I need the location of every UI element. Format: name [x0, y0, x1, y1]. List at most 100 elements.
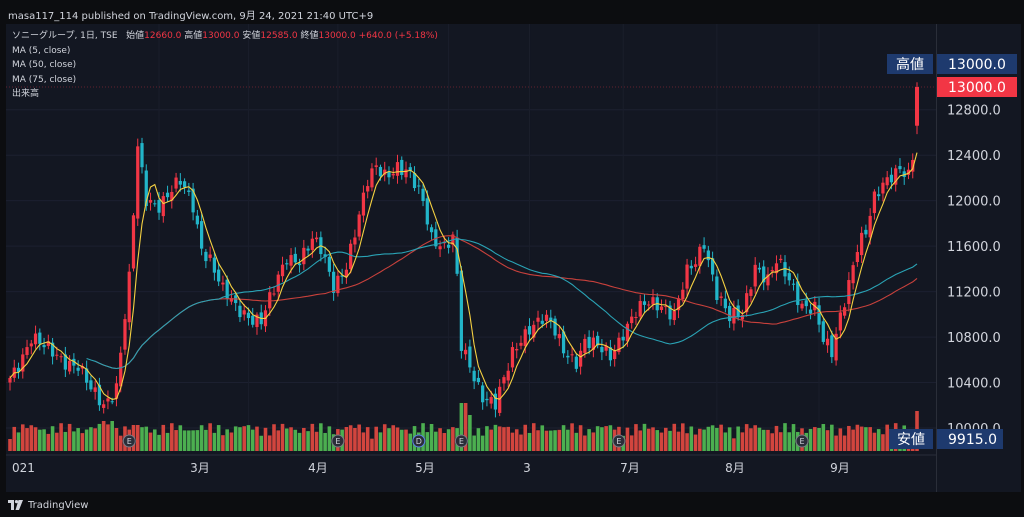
- volume-bar: [770, 433, 775, 451]
- price-tick-label: 11600.0: [947, 240, 1001, 255]
- candle-body: [297, 263, 302, 266]
- volume-bar: [319, 423, 323, 451]
- volume-bar: [208, 423, 212, 451]
- candle-body: [659, 306, 664, 311]
- candle-body: [578, 350, 583, 367]
- legend-ma75[interactable]: MA (75, close): [12, 73, 438, 88]
- close-value: 13000.0: [318, 31, 356, 41]
- candle-body: [523, 329, 527, 347]
- volume-bar: [314, 431, 319, 451]
- volume-bar: [238, 427, 242, 451]
- price-tick-label: 12000.0: [947, 195, 1001, 210]
- volume-bar: [531, 423, 536, 451]
- candle-body: [557, 334, 561, 339]
- candle-body: [217, 269, 221, 282]
- candle-body: [791, 283, 796, 285]
- candle-body: [613, 350, 617, 360]
- volume-bar: [706, 426, 711, 451]
- volume-bar: [851, 429, 855, 451]
- volume-bar: [783, 423, 787, 451]
- legend-volume[interactable]: 出来高: [12, 87, 438, 102]
- candle-body: [749, 289, 753, 296]
- candle-body: [847, 280, 851, 305]
- volume-bar: [519, 434, 523, 451]
- candle-body: [106, 398, 110, 402]
- volume-bar: [267, 435, 272, 451]
- volume-bar: [55, 432, 59, 451]
- volume-bar: [787, 432, 792, 451]
- candle-body: [242, 310, 246, 315]
- candle-body: [8, 377, 12, 383]
- volume-bar: [902, 425, 907, 451]
- candle-body: [860, 232, 864, 256]
- event-marker-label: D: [416, 437, 422, 446]
- candle-body: [817, 305, 821, 325]
- candle-body: [872, 191, 877, 214]
- volume-bar: [225, 429, 229, 451]
- volume-bar: [489, 429, 493, 451]
- candle-body: [412, 173, 417, 189]
- change-value: +640.0 (+5.18%): [358, 31, 438, 41]
- candle-body: [310, 238, 314, 250]
- volume-bar: [540, 425, 545, 451]
- price-tick-label: 12800.0: [947, 104, 1001, 119]
- volume-bar: [12, 426, 17, 451]
- candle-body: [519, 342, 523, 346]
- volume-bar: [348, 425, 353, 451]
- volume-bar: [365, 427, 370, 451]
- volume-bar: [885, 424, 889, 451]
- volume-bar: [578, 425, 583, 451]
- volume-bar: [898, 430, 902, 451]
- volume-bar: [242, 426, 246, 451]
- volume-bar: [510, 432, 515, 451]
- volume-bar: [42, 429, 46, 451]
- volume-bar: [280, 423, 285, 451]
- candle-body: [161, 196, 165, 217]
- candle-body: [238, 305, 242, 318]
- candle-body: [306, 248, 310, 251]
- volume-bar: [834, 435, 838, 451]
- candle-body: [574, 356, 578, 369]
- volume-bar: [570, 423, 574, 451]
- volume-bar: [182, 430, 187, 451]
- candle-body: [76, 367, 80, 371]
- candle-body: [570, 354, 574, 356]
- price-axis[interactable]: 12800.0 12400.0 12000.0 11600.0 11200.0 10800…: [936, 24, 1021, 492]
- candle-body: [204, 251, 208, 262]
- candle-body: [898, 166, 902, 170]
- volume-bar: [216, 425, 221, 451]
- candle-body: [540, 320, 544, 324]
- volume-bar: [727, 427, 732, 451]
- volume-bar: [710, 425, 715, 451]
- volume-bar: [868, 427, 872, 451]
- candle-body: [719, 296, 723, 298]
- volume-bar: [259, 435, 264, 451]
- time-axis-label: 3: [523, 461, 531, 475]
- volume-bar: [293, 429, 298, 451]
- candle-body: [221, 282, 225, 285]
- legend-ma50[interactable]: MA (50, close): [12, 58, 438, 73]
- volume-bar: [514, 429, 519, 451]
- candle-body: [498, 386, 502, 413]
- candle-body: [566, 355, 570, 358]
- event-marker-label: E: [459, 437, 464, 446]
- volume-bar: [676, 431, 681, 451]
- candle-body: [464, 349, 468, 355]
- volume-bar: [29, 425, 34, 451]
- candle-body: [119, 352, 123, 387]
- volume-bar: [774, 425, 779, 451]
- candle-body: [583, 338, 587, 353]
- candle-body: [553, 318, 557, 336]
- legend-ma5[interactable]: MA (5, close): [12, 44, 438, 59]
- open-value: 12660.0: [144, 31, 182, 41]
- candle-body: [459, 270, 463, 351]
- volume-bar: [536, 430, 540, 451]
- candle-body: [293, 253, 297, 263]
- candle-body: [195, 215, 199, 225]
- candle-body: [476, 377, 481, 383]
- volume-bar: [625, 427, 630, 451]
- candle-body: [527, 326, 532, 335]
- price-axis-svg[interactable]: 12800.0 12400.0 12000.0 11600.0 11200.0 10800…: [937, 24, 1021, 492]
- volume-bar: [583, 435, 587, 451]
- volume-bar: [915, 411, 919, 451]
